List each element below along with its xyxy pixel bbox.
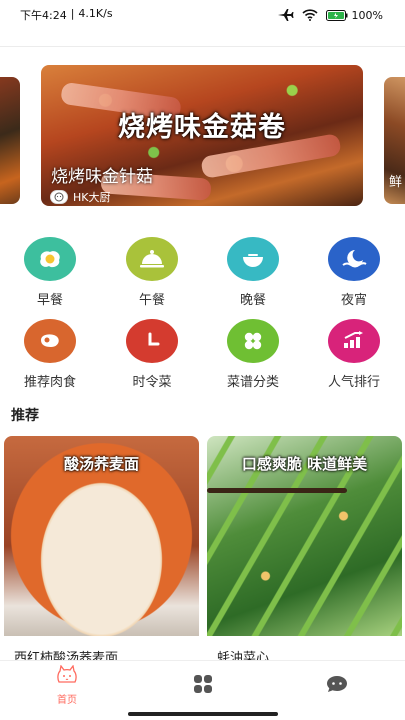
recipe-image-caption: 酸汤荞麦面: [63, 455, 139, 473]
network-speed: 4.1K/s: [78, 7, 113, 20]
category-lunch[interactable]: 午餐: [112, 237, 192, 308]
category-label: 人气排行: [327, 375, 380, 390]
cat-face-icon: [54, 192, 64, 202]
chat-bubble-icon: [326, 675, 348, 697]
category-ranking[interactable]: 人气排行: [314, 319, 394, 390]
header-divider: [0, 30, 405, 47]
cat-home-icon: [54, 664, 80, 689]
grid-icon: [193, 675, 213, 697]
tab-home[interactable]: 首页: [32, 664, 102, 706]
battery-icon: [325, 9, 348, 21]
fried-egg-icon: [24, 237, 76, 281]
banner-caption: 烧烤味金针菇: [51, 167, 153, 187]
bowl-icon: [227, 237, 279, 281]
banner-carousel[interactable]: 烧烤味金菇卷 烧烤味金针菇 HK大厨 鲜: [0, 65, 405, 206]
category-dinner[interactable]: 晚餐: [213, 237, 293, 308]
category-label: 晚餐: [239, 293, 266, 308]
home-indicator[interactable]: [128, 712, 278, 716]
status-right: 100%: [277, 8, 383, 22]
banner-prev-peek[interactable]: [0, 77, 20, 204]
category-seasonal[interactable]: 时令菜: [112, 319, 192, 390]
category-meat[interactable]: 推荐肉食: [10, 319, 90, 390]
tab-categories[interactable]: [168, 675, 238, 697]
category-label: 午餐: [138, 293, 165, 308]
tab-home-label: 首页: [57, 695, 77, 706]
recipe-card[interactable]: 口感爽脆 味道鲜美 蚝油菜心: [207, 436, 402, 662]
author-name: HK大厨: [73, 191, 111, 204]
clock-icon: [126, 319, 178, 363]
category-recipe-types[interactable]: 菜谱分类: [213, 319, 293, 390]
status-separator: |: [70, 7, 75, 20]
category-label: 菜谱分类: [226, 375, 279, 390]
recipe-image-caption: 口感爽脆 味道鲜美: [241, 455, 368, 473]
category-label: 夜宵: [340, 293, 367, 308]
section-title: 推荐: [11, 408, 39, 424]
status-time: 下午4:24: [20, 9, 67, 22]
category-late-night[interactable]: 夜宵: [314, 237, 394, 308]
battery-level: 100%: [351, 8, 383, 22]
status-left: 下午4:24 | 4.1K/s: [20, 7, 113, 23]
cloche-icon: [126, 237, 178, 281]
category-label: 推荐肉食: [23, 375, 76, 390]
tab-messages[interactable]: [302, 675, 372, 697]
ranking-icon: [328, 319, 380, 363]
airplane-icon: [277, 9, 294, 21]
steak-icon: [24, 319, 76, 363]
category-breakfast[interactable]: 早餐: [10, 237, 90, 308]
wifi-icon: [301, 9, 318, 21]
banner-next-peek[interactable]: 鲜: [384, 77, 405, 204]
category-label: 早餐: [36, 293, 63, 308]
category-label: 时令菜: [132, 375, 172, 390]
banner-author[interactable]: HK大厨: [50, 189, 111, 205]
battery-indicator: 100%: [325, 8, 383, 22]
banner-title: 烧烤味金菇卷: [118, 112, 286, 143]
moon-wave-icon: [328, 237, 380, 281]
four-leaf-icon: [227, 319, 279, 363]
next-peek-text: 鲜: [389, 175, 403, 190]
banner-card[interactable]: 烧烤味金菇卷 烧烤味金针菇 HK大厨: [41, 65, 363, 206]
chopstick-decor: [207, 488, 347, 493]
author-avatar: [50, 190, 68, 204]
status-bar: 下午4:24 | 4.1K/s 100%: [0, 0, 405, 30]
bottom-tab-bar: 首页: [0, 660, 405, 720]
recipe-card[interactable]: 酸汤荞麦面 西红柿酸汤荞麦面: [4, 436, 199, 662]
